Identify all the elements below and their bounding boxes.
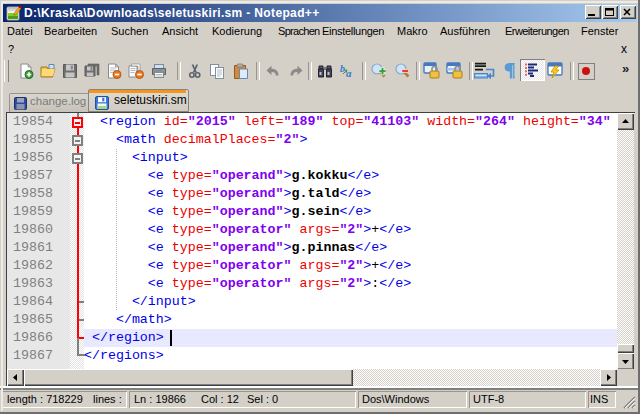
svg-text:a: a [346, 67, 352, 79]
